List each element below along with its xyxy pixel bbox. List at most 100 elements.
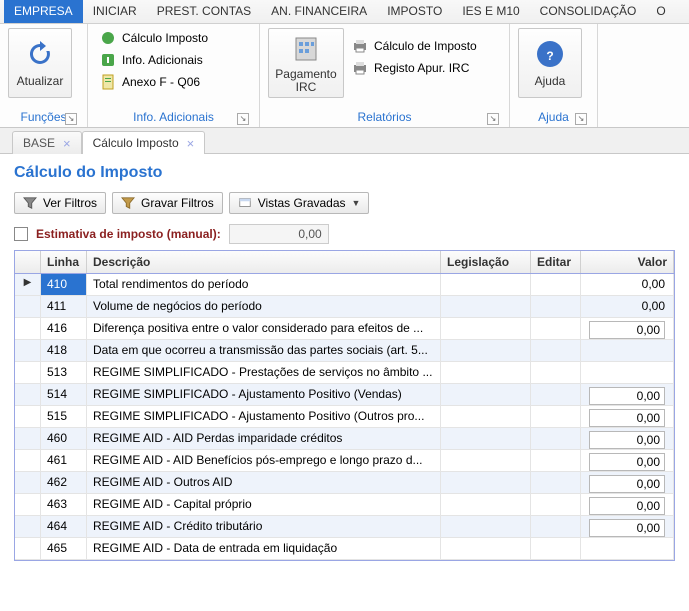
vistas-gravadas-label: Vistas Gravadas	[258, 196, 346, 210]
valor-input[interactable]	[589, 431, 665, 449]
cell-valor[interactable]	[581, 450, 674, 471]
menu-item-ies-e-m10[interactable]: IES E M10	[452, 0, 529, 23]
estimativa-label: Estimativa de imposto (manual):	[36, 227, 221, 241]
table-row[interactable]: 465REGIME AID - Data de entrada em liqui…	[15, 538, 674, 560]
table-row[interactable]: 416Diferença positiva entre o valor cons…	[15, 318, 674, 340]
group-launcher-ajuda[interactable]: ↘	[575, 113, 587, 125]
group-launcher-relatorios[interactable]: ↘	[487, 113, 499, 125]
gravar-filtros-button[interactable]: Gravar Filtros	[112, 192, 223, 214]
valor-input[interactable]	[589, 321, 665, 339]
atualizar-button[interactable]: Atualizar	[8, 28, 72, 98]
valor-input[interactable]	[589, 475, 665, 493]
header-descricao[interactable]: Descrição	[87, 251, 441, 273]
rel-calculo-imposto-label: Cálculo de Imposto	[374, 39, 477, 53]
cell-legislacao	[441, 318, 531, 339]
menu-item-an-financeira[interactable]: AN. FINANCEIRA	[261, 0, 377, 23]
close-icon[interactable]: ×	[63, 137, 71, 150]
ver-filtros-label: Ver Filtros	[43, 196, 97, 210]
vistas-gravadas-button[interactable]: Vistas Gravadas ▼	[229, 192, 370, 214]
table-row[interactable]: ▶410Total rendimentos do período0,00	[15, 274, 674, 296]
cell-valor[interactable]	[581, 516, 674, 537]
tab-label: Cálculo Imposto	[93, 136, 179, 150]
table-row[interactable]: 514REGIME SIMPLIFICADO - Ajustamento Pos…	[15, 384, 674, 406]
table-row[interactable]: 460REGIME AID - AID Perdas imparidade cr…	[15, 428, 674, 450]
table-row[interactable]: 463REGIME AID - Capital próprio	[15, 494, 674, 516]
cell-legislacao	[441, 296, 531, 317]
menu-item-consolida-o[interactable]: CONSOLIDAÇÃO	[530, 0, 647, 23]
cell-valor[interactable]	[581, 428, 674, 449]
ribbon-group-relatorios: Pagamento IRC Cálculo de Imposto Registo…	[260, 24, 510, 127]
cell-legislacao	[441, 472, 531, 493]
header-linha[interactable]: Linha	[41, 251, 87, 273]
table-row[interactable]: 411Volume de negócios do período0,00	[15, 296, 674, 318]
cell-legislacao	[441, 516, 531, 537]
table-row[interactable]: 462REGIME AID - Outros AID	[15, 472, 674, 494]
tab-c-lculo-imposto[interactable]: Cálculo Imposto ×	[82, 131, 206, 154]
estimativa-checkbox[interactable]	[14, 227, 28, 241]
info-adicionais-button[interactable]: Info. Adicionais	[96, 50, 212, 70]
cell-valor[interactable]	[581, 494, 674, 515]
cell-editar	[531, 472, 581, 493]
group-footer-info: Info. Adicionais	[133, 110, 214, 124]
table-row[interactable]: 464REGIME AID - Crédito tributário	[15, 516, 674, 538]
valor-input[interactable]	[589, 409, 665, 427]
header-valor[interactable]: Valor	[581, 251, 674, 273]
table-row[interactable]: 513REGIME SIMPLIFICADO - Prestações de s…	[15, 362, 674, 384]
cell-descricao: REGIME AID - Data de entrada em liquidaç…	[87, 538, 441, 559]
ribbon-group-ajuda: ? Ajuda Ajuda ↘	[510, 24, 598, 127]
menu-item-prest-contas[interactable]: PREST. CONTAS	[147, 0, 261, 23]
cell-editar	[531, 274, 581, 295]
valor-input[interactable]	[589, 387, 665, 405]
ver-filtros-button[interactable]: Ver Filtros	[14, 192, 106, 214]
calc-icon	[100, 30, 116, 46]
cell-linha: 411	[41, 296, 87, 317]
valor-input[interactable]	[589, 519, 665, 537]
cell-editar	[531, 494, 581, 515]
rel-registo-apur-button[interactable]: Registo Apur. IRC	[348, 58, 481, 78]
cell-editar	[531, 538, 581, 559]
valor-input[interactable]	[589, 497, 665, 515]
close-icon[interactable]: ×	[187, 137, 195, 150]
cell-descricao: Diferença positiva entre o valor conside…	[87, 318, 441, 339]
cell-descricao: REGIME AID - Capital próprio	[87, 494, 441, 515]
group-launcher-info[interactable]: ↘	[237, 113, 249, 125]
table-row[interactable]: 461REGIME AID - AID Benefícios pós-empre…	[15, 450, 674, 472]
calculo-imposto-button[interactable]: Cálculo Imposto	[96, 28, 212, 48]
table-row[interactable]: 515REGIME SIMPLIFICADO - Ajustamento Pos…	[15, 406, 674, 428]
cell-linha: 462	[41, 472, 87, 493]
tab-base[interactable]: BASE×	[12, 131, 82, 154]
anexo-f-q06-button[interactable]: Anexo F - Q06	[96, 72, 212, 92]
pagamento-irc-button[interactable]: Pagamento IRC	[268, 28, 344, 98]
cell-descricao: REGIME SIMPLIFICADO - Ajustamento Positi…	[87, 406, 441, 427]
data-grid: Linha Descrição Legislação Editar Valor …	[14, 250, 675, 561]
menu-item-o[interactable]: O	[646, 0, 675, 23]
rel-calculo-imposto-button[interactable]: Cálculo de Imposto	[348, 36, 481, 56]
header-editar[interactable]: Editar	[531, 251, 581, 273]
ribbon-group-funcoes: Atualizar Funções ↘	[0, 24, 88, 127]
cell-editar	[531, 428, 581, 449]
cell-valor[interactable]	[581, 406, 674, 427]
ribbon-group-info: Cálculo Imposto Info. Adicionais Anexo F…	[88, 24, 260, 127]
ajuda-button[interactable]: ? Ajuda	[518, 28, 582, 98]
header-legislacao[interactable]: Legislação	[441, 251, 531, 273]
cell-descricao: Volume de negócios do período	[87, 296, 441, 317]
cell-valor[interactable]	[581, 472, 674, 493]
row-marker	[15, 296, 41, 317]
cell-editar	[531, 516, 581, 537]
menu-item-iniciar[interactable]: INICIAR	[83, 0, 147, 23]
grid-header: Linha Descrição Legislação Editar Valor	[15, 251, 674, 274]
cell-linha: 515	[41, 406, 87, 427]
row-marker	[15, 428, 41, 449]
cell-valor[interactable]	[581, 384, 674, 405]
group-launcher-funcoes[interactable]: ↘	[65, 113, 77, 125]
table-row[interactable]: 418Data em que ocorreu a transmissão das…	[15, 340, 674, 362]
cell-editar	[531, 318, 581, 339]
menu-item-imposto[interactable]: IMPOSTO	[377, 0, 452, 23]
estimativa-row: Estimativa de imposto (manual): 0,00	[14, 224, 675, 244]
group-footer-funcoes: Funções	[20, 110, 66, 124]
menu-item-empresa[interactable]: EMPRESA	[4, 0, 83, 23]
cell-valor	[581, 362, 674, 383]
cell-linha: 460	[41, 428, 87, 449]
valor-input[interactable]	[589, 453, 665, 471]
cell-valor[interactable]	[581, 318, 674, 339]
